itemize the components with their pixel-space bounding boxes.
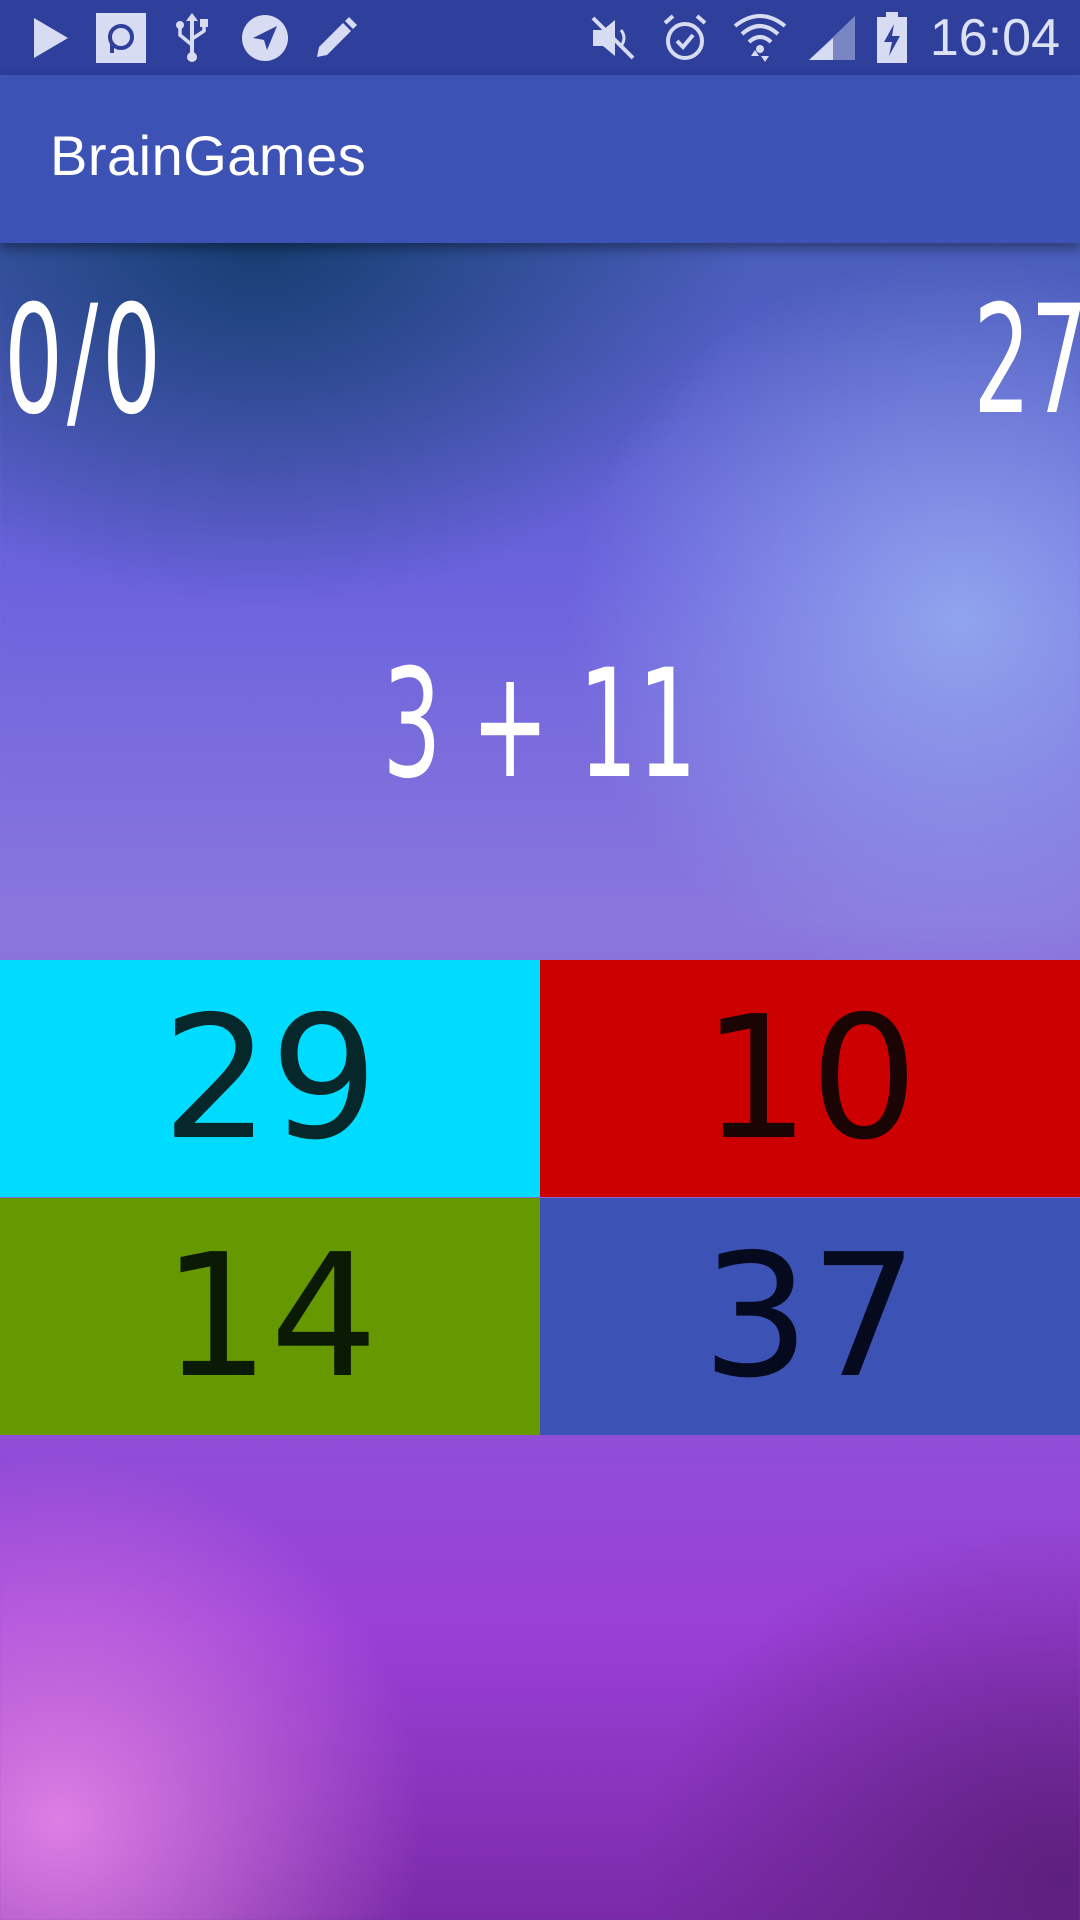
- answer-button-0[interactable]: 29: [0, 960, 540, 1197]
- score-text: 0/0: [4, 274, 165, 448]
- question-text: 3 + 11: [0, 650, 1080, 800]
- usb-icon: [172, 10, 212, 65]
- answer-button-1[interactable]: 10: [540, 960, 1080, 1197]
- status-bar: 16:04: [0, 0, 1080, 75]
- answer-grid: 29 10 14 37: [0, 960, 1080, 1435]
- alarm-icon: [660, 10, 710, 65]
- status-clock: 16:04: [929, 9, 1060, 67]
- pencil-icon: [312, 10, 360, 65]
- wifi-icon: [732, 10, 788, 65]
- question-expression: 3 + 11: [382, 638, 698, 812]
- app-title: BrainGames: [50, 124, 367, 187]
- location-arrow-icon: [240, 10, 290, 65]
- play-store-icon: [28, 10, 72, 65]
- answer-button-2[interactable]: 14: [0, 1198, 540, 1435]
- signal-icon: [806, 10, 858, 65]
- answer-button-3[interactable]: 37: [540, 1198, 1080, 1435]
- app-bar: BrainGames: [0, 75, 1080, 243]
- timer-text: 27: [973, 274, 1080, 448]
- pocket-icon: [96, 10, 146, 65]
- battery-charging-icon: [874, 10, 910, 65]
- mute-icon: [588, 10, 638, 65]
